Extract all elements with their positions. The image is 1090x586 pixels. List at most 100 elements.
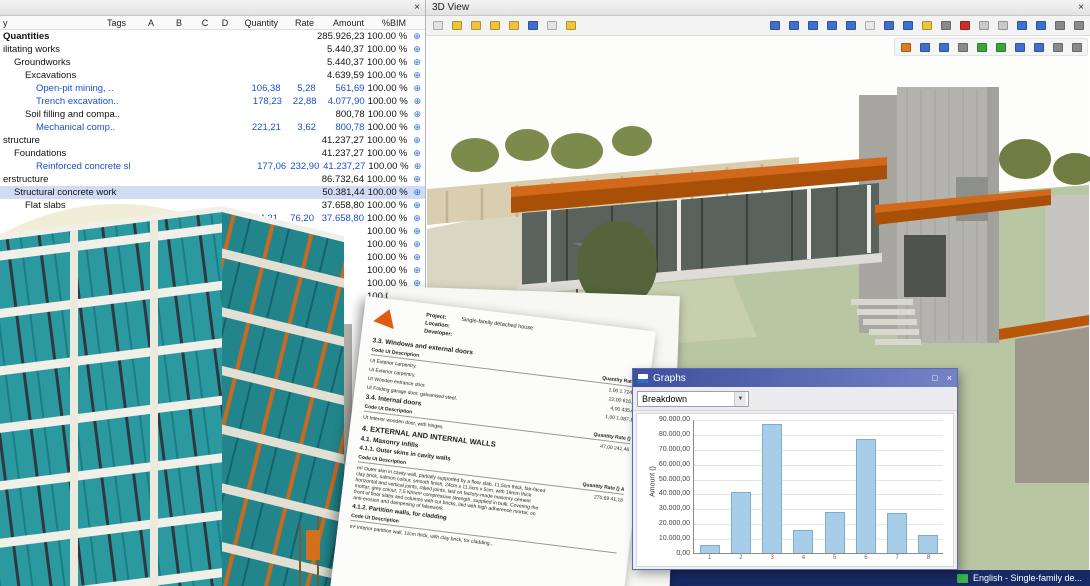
column-header-b[interactable]: B <box>165 18 193 28</box>
bim-link-icon[interactable]: ⊕ <box>409 122 425 133</box>
table-row[interactable]: Foundations 41.237,27 100.00 % ⊕ <box>0 147 425 160</box>
close-icon[interactable]: × <box>947 373 952 383</box>
bim-link-icon[interactable]: ⊕ <box>409 200 425 211</box>
bim-link-icon[interactable]: ⊕ <box>409 213 425 224</box>
bim-link-icon[interactable]: ⊕ <box>409 44 425 55</box>
column-header-c[interactable]: C <box>193 18 217 28</box>
x-tick-label: 3 <box>770 555 774 561</box>
bim-link-icon[interactable]: ⊕ <box>409 70 425 81</box>
orbit-icon[interactable] <box>823 18 840 34</box>
column-header-rate[interactable]: Rate <box>281 18 317 28</box>
previous-view-icon[interactable] <box>899 18 916 34</box>
taskbar-status[interactable]: English - Single-family de... <box>973 573 1082 583</box>
table-row[interactable]: Mechanical comp... 221,21 3,62 800,78 100.00… <box>0 121 425 134</box>
bar[interactable] <box>887 513 908 553</box>
graphs-titlebar[interactable]: Graphs □ × <box>633 369 957 387</box>
bim-link-icon[interactable]: ⊕ <box>409 83 425 94</box>
table-row[interactable]: Trench excavation... 178,23 22,88 4.077,90 1… <box>0 95 425 108</box>
bar[interactable] <box>793 529 814 553</box>
table-row[interactable]: Soil filling and compa... 800,78 100.00 % ⊕ <box>0 108 425 121</box>
column-header-bim[interactable]: %BIM <box>367 18 409 28</box>
table-row[interactable]: Open-pit mining, ... 106,38 5,28 561,69 100.… <box>0 82 425 95</box>
screenshot-icon[interactable] <box>1070 18 1087 34</box>
close-icon[interactable]: × <box>1078 2 1084 13</box>
bim-link-icon[interactable]: ⊕ <box>409 226 425 237</box>
bim-link-icon[interactable]: ⊕ <box>409 239 425 250</box>
table-row[interactable]: Groundworks 5.440,37 100.00 % ⊕ <box>0 56 425 69</box>
close-icon[interactable]: × <box>414 2 420 13</box>
bim-link-icon[interactable]: ⊕ <box>409 174 425 185</box>
zoom-window-icon[interactable] <box>785 18 802 34</box>
measurements-titlebar[interactable]: × <box>0 0 425 16</box>
table-row[interactable]: structure 41.237,27 100.00 % ⊕ <box>0 134 425 147</box>
bar[interactable] <box>730 491 751 553</box>
table-row[interactable]: Excavations 4.639,59 100.00 % ⊕ <box>0 69 425 82</box>
bim-link-icon[interactable]: ⊕ <box>410 187 425 198</box>
column-header-amount[interactable]: Amount <box>317 18 367 28</box>
facade-right <box>222 212 344 586</box>
report-blocks: 3.3. Windows and external doors Code Ut D… <box>349 337 639 562</box>
bim-link-icon[interactable]: ⊕ <box>409 252 425 263</box>
column-header-d[interactable]: D <box>217 18 233 28</box>
bim-link-icon[interactable]: ⊕ <box>409 265 425 276</box>
bim-link-icon[interactable]: ⊕ <box>409 148 425 159</box>
measure-icon[interactable] <box>918 18 935 34</box>
north-icon[interactable] <box>956 18 973 34</box>
pan-icon[interactable] <box>861 18 878 34</box>
table-row[interactable]: Quantities 285.926,23 100.00 % ⊕ <box>0 30 425 43</box>
formwork-panel <box>306 530 320 560</box>
bim-link-icon[interactable]: ⊕ <box>409 31 425 42</box>
walk-icon[interactable] <box>880 18 897 34</box>
paint-bucket-icon[interactable] <box>505 18 522 34</box>
visibility-icon[interactable] <box>935 39 952 55</box>
3d-view-titlebar[interactable]: 3D View × <box>426 0 1090 16</box>
zoom-search-icon[interactable] <box>766 18 783 34</box>
bar[interactable] <box>762 423 783 553</box>
eraser-plus-icon[interactable] <box>467 18 484 34</box>
section-box-icon[interactable] <box>1032 18 1049 34</box>
copy-view-icon[interactable] <box>429 18 446 34</box>
table-row[interactable]: erstructure 86.732,64 100.00 % ⊕ <box>0 173 425 186</box>
table-row[interactable]: Reinforced concrete sl... 177,06 232,90 41.… <box>0 160 425 173</box>
machinery-icon[interactable] <box>562 18 579 34</box>
bim-link-icon[interactable]: ⊕ <box>410 109 425 120</box>
shaded-icon[interactable] <box>1013 18 1030 34</box>
bar[interactable] <box>699 544 720 553</box>
layers-icon[interactable] <box>1049 39 1066 55</box>
bim-link-icon[interactable]: ⊕ <box>410 96 425 107</box>
views-icon[interactable] <box>1011 39 1028 55</box>
paintbrush-icon[interactable] <box>486 18 503 34</box>
graphs-toolbar: Breakdown ▼ <box>633 387 957 411</box>
snap-icon[interactable] <box>937 18 954 34</box>
bim-link-icon[interactable]: ⊕ <box>410 161 425 172</box>
work-plane-icon[interactable] <box>1051 18 1068 34</box>
maximize-icon[interactable]: □ <box>932 373 937 383</box>
table-row[interactable]: ilitating works 5.440,37 100.00 % ⊕ <box>0 43 425 56</box>
background-icon[interactable] <box>992 39 1009 55</box>
column-header-quantity[interactable]: Quantity <box>233 18 281 28</box>
solid-view-icon[interactable] <box>975 18 992 34</box>
settings-icon[interactable] <box>1068 39 1085 55</box>
avatar-icon[interactable] <box>897 39 914 55</box>
column-header-tags[interactable]: Tags <box>107 18 137 28</box>
zoom-extents-icon[interactable] <box>804 18 821 34</box>
bim-link-icon[interactable]: ⊕ <box>409 57 425 68</box>
column-header-a[interactable]: A <box>137 18 165 28</box>
eraser-icon[interactable] <box>448 18 465 34</box>
appearance-icon[interactable] <box>973 39 990 55</box>
toolbar-left-group <box>429 18 579 34</box>
breakdown-select[interactable]: Breakdown ▼ <box>637 390 749 407</box>
show-all-icon[interactable] <box>1030 39 1047 55</box>
bim-link-icon[interactable]: ⊕ <box>409 135 425 146</box>
y-tick-label: 90.000,00 <box>658 416 690 423</box>
orbit-constrained-icon[interactable] <box>842 18 859 34</box>
bar[interactable] <box>918 535 939 553</box>
bar[interactable] <box>855 438 876 553</box>
save-icon[interactable] <box>524 18 541 34</box>
isolate-icon[interactable] <box>954 39 971 55</box>
wireframe-icon[interactable] <box>994 18 1011 34</box>
filter-icon[interactable] <box>916 39 933 55</box>
bar[interactable] <box>824 512 845 553</box>
column-header-name[interactable]: y <box>0 18 107 28</box>
report-icon[interactable] <box>543 18 560 34</box>
